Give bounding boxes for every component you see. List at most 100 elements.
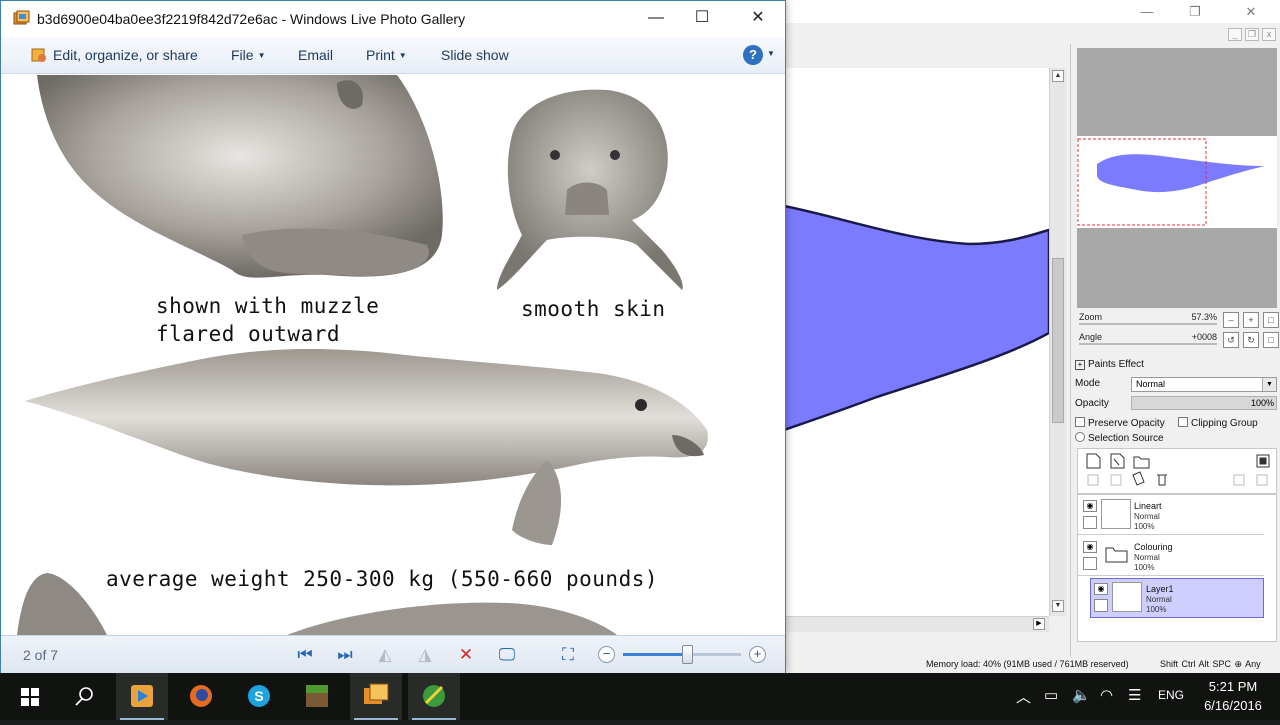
new-linework-layer-icon[interactable] <box>1106 451 1128 471</box>
sai-mdi-minimize-icon[interactable]: _ <box>1228 28 1242 41</box>
tray-overflow-chevron-icon[interactable]: ︿ <box>1016 686 1031 707</box>
zoom-reset-icon[interactable]: □ <box>1263 312 1279 328</box>
email-button[interactable]: Email <box>298 47 333 63</box>
rotate-reset-icon[interactable]: □ <box>1263 332 1279 348</box>
actual-size-icon[interactable]: ⛶ <box>556 643 580 667</box>
scroll-thumb[interactable] <box>1052 258 1064 423</box>
blend-mode-select[interactable]: Normal ▼ <box>1131 377 1277 392</box>
layer-row-colouring[interactable]: ◉ Colouring Normal 100% <box>1078 536 1264 576</box>
navigator-panel[interactable] <box>1077 48 1277 308</box>
zoom-label: Zoom <box>1079 312 1103 322</box>
minimize-button[interactable]: — <box>633 1 679 37</box>
taskbar-skype[interactable]: S <box>233 673 285 720</box>
taskbar-media-player[interactable] <box>116 673 168 720</box>
layer-lock-box[interactable] <box>1083 516 1097 529</box>
caption-muzzle-line2: flared outward <box>156 322 341 346</box>
clipping-group-checkbox[interactable]: Clipping Group <box>1178 417 1258 429</box>
sai-side-panel: Zoom 57.3% – + □ Angle +0008 ↺ ↻ □ + Pain… <box>1070 44 1280 656</box>
layer-lock-box[interactable] <box>1083 557 1097 570</box>
zoom-slider-fill <box>623 653 688 656</box>
zoom-in-icon[interactable]: + <box>749 646 766 663</box>
zoom-in-icon[interactable]: + <box>1243 312 1259 328</box>
layer-thumbnail <box>1112 582 1142 612</box>
delete-layer-icon[interactable] <box>1154 471 1176 491</box>
delete-icon[interactable]: ✕ <box>454 643 478 667</box>
zoom-slider-thumb[interactable] <box>681 645 693 664</box>
eye-icon[interactable]: ◉ <box>1083 541 1097 553</box>
layer-toolbar <box>1077 448 1277 494</box>
opacity-slider[interactable]: 100% <box>1131 396 1277 410</box>
sai-restore-button[interactable]: ❐ <box>1172 0 1218 23</box>
eye-icon[interactable]: ◉ <box>1094 583 1108 595</box>
taskbar-photo-gallery[interactable] <box>350 673 402 720</box>
gallery-command-bar: Edit, organize, or share File ▼ Email Pri… <box>1 37 785 74</box>
rotate-right-icon[interactable]: ↻ <box>1243 332 1259 348</box>
sai-close-button[interactable]: ✕ <box>1228 0 1274 23</box>
sai-mdi-restore-icon[interactable]: ❐ <box>1245 28 1259 41</box>
sai-minimize-button[interactable]: — <box>1124 0 1170 23</box>
navigator-preview <box>1077 136 1277 228</box>
taskbar-firefox[interactable] <box>175 673 227 720</box>
selection-source-radio[interactable]: Selection Source <box>1075 432 1164 444</box>
angle-label: Angle <box>1079 332 1103 342</box>
eraser-icon[interactable] <box>1130 471 1152 491</box>
zoom-slider[interactable] <box>623 645 741 664</box>
notifications-icon[interactable]: ☰ <box>1128 686 1141 704</box>
layer-row-layer1-selected[interactable]: ◉ Layer1 Normal 100% <box>1090 578 1264 618</box>
layer-panel-toggle-icon[interactable] <box>1254 451 1276 471</box>
photo-counter: 2 of 7 <box>23 647 59 663</box>
preserve-opacity-label: Preserve Opacity <box>1088 418 1165 429</box>
sai-vertical-scrollbar[interactable]: ▲ ▼ <box>1049 68 1066 616</box>
eye-icon[interactable]: ◉ <box>1083 500 1097 512</box>
input-language[interactable]: ENG <box>1158 688 1184 702</box>
scroll-up-arrow-icon[interactable]: ▲ <box>1052 70 1064 82</box>
sai-horizontal-scrollbar[interactable]: ▶ <box>784 616 1049 632</box>
dugong-illustration <box>17 75 708 635</box>
scroll-down-arrow-icon[interactable]: ▼ <box>1052 600 1064 612</box>
brush-lock-icon[interactable] <box>1094 599 1108 612</box>
zoom-out-icon[interactable]: − <box>598 646 615 663</box>
help-icon[interactable]: ? <box>743 45 763 65</box>
taskbar-painttool-sai[interactable] <box>408 673 460 720</box>
volume-icon[interactable]: 🔈 <box>1072 686 1091 704</box>
selection-source-label: Selection Source <box>1088 433 1164 444</box>
search-button[interactable] <box>58 673 110 720</box>
layer-row-lineart[interactable]: ◉ Lineart Normal 100% <box>1078 495 1264 535</box>
sai-mdi-close-icon[interactable]: x <box>1262 28 1276 41</box>
skype-icon: S <box>248 685 270 707</box>
layer-opacity: 100% <box>1134 522 1155 531</box>
clock-time: 5:21 PM <box>1208 679 1258 694</box>
layer-list: ◉ Lineart Normal 100% ◉ Colouring Normal… <box>1077 494 1277 642</box>
slideshow-button[interactable]: Slide show <box>441 47 509 63</box>
print-menu[interactable]: Print ▼ <box>366 47 407 63</box>
rotate-left-icon[interactable]: ↺ <box>1223 332 1239 348</box>
edit-organize-share-button[interactable]: Edit, organize, or share <box>31 47 198 63</box>
start-button[interactable] <box>4 673 56 720</box>
next-photo-icon[interactable]: ⏭ <box>333 643 357 667</box>
clock[interactable]: 5:21 PM 6/16/2016 <box>1193 677 1273 715</box>
zoom-out-icon[interactable]: – <box>1223 312 1239 328</box>
caption-smooth-skin: smooth skin <box>521 297 666 321</box>
zoom-slider[interactable]: Zoom 57.3% <box>1077 312 1217 328</box>
play-slideshow-icon[interactable]: 🖵 <box>495 643 519 667</box>
taskbar-minecraft[interactable] <box>291 673 343 720</box>
new-folder-icon[interactable] <box>1130 451 1152 471</box>
caption-average-weight: average weight 250-300 kg (550-660 pound… <box>106 567 659 591</box>
battery-icon[interactable]: ▭ <box>1044 686 1058 704</box>
maximize-button[interactable]: ☐ <box>679 1 725 37</box>
layer-name: Lineart <box>1134 501 1162 511</box>
help-chevron-down-icon[interactable]: ▼ <box>767 49 775 58</box>
opacity-label: Opacity <box>1075 398 1109 409</box>
close-button[interactable]: ✕ <box>735 1 781 37</box>
file-menu[interactable]: File ▼ <box>231 47 265 63</box>
paints-effect-header[interactable]: + Paints Effect <box>1075 359 1144 370</box>
sai-canvas[interactable] <box>784 68 1049 616</box>
preserve-opacity-checkbox[interactable]: Preserve Opacity <box>1075 417 1165 429</box>
angle-slider[interactable]: Angle +0008 <box>1077 332 1217 348</box>
wifi-icon[interactable]: ◠ <box>1100 686 1113 704</box>
previous-photo-icon[interactable]: ⏮ <box>293 643 317 667</box>
rotate-right-icon[interactable]: ◮ <box>413 643 437 667</box>
new-layer-icon[interactable] <box>1082 451 1104 471</box>
rotate-left-icon[interactable]: ◭ <box>373 643 397 667</box>
scroll-right-arrow-icon[interactable]: ▶ <box>1033 618 1045 630</box>
